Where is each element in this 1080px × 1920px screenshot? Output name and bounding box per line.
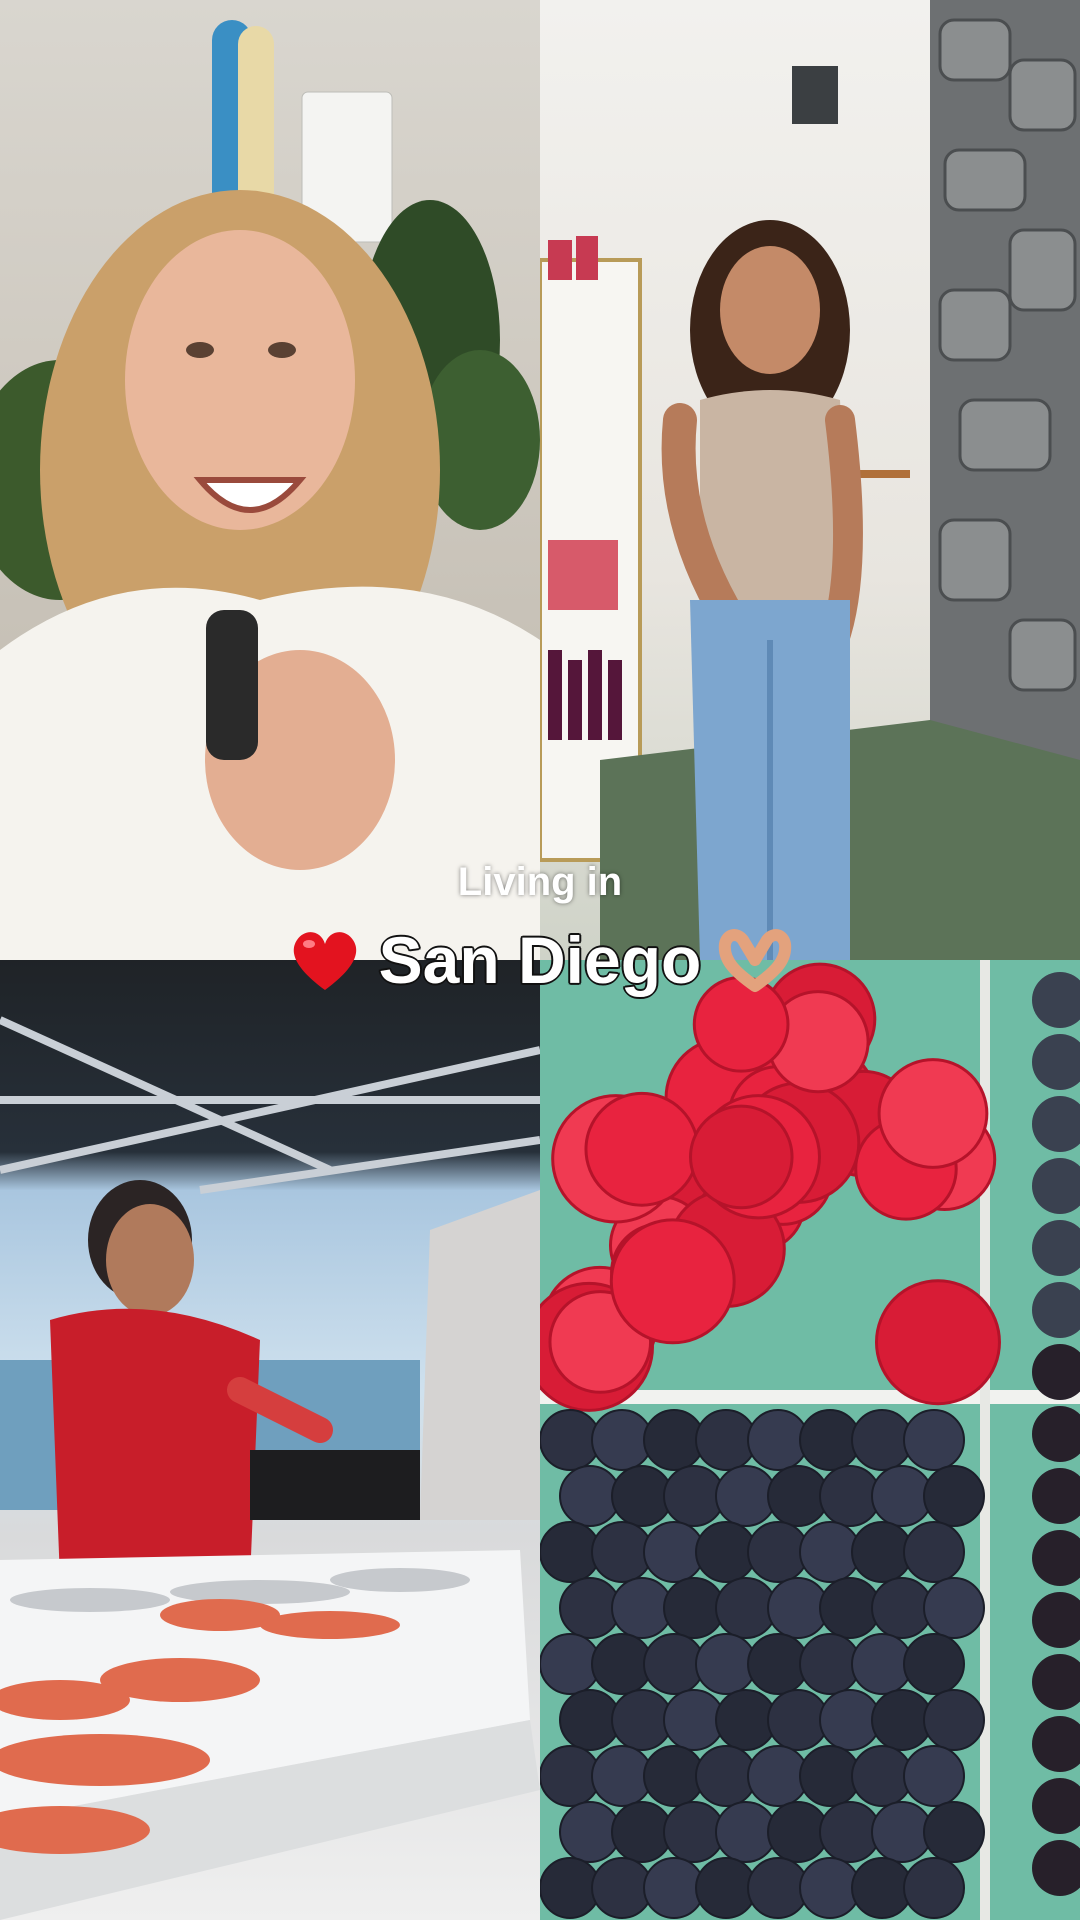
heart-hands-icon (719, 929, 792, 992)
caption-row: San Diego (0, 910, 1080, 1010)
caption-living-in: Living in (457, 860, 623, 904)
caption-san-diego: San Diego (377, 922, 703, 999)
photo-woman-in-salon (540, 0, 1080, 960)
photo-fish-market (0, 960, 540, 1920)
photo-woman-with-mic (0, 0, 540, 960)
heart-icon (293, 932, 356, 990)
photo-berries (540, 960, 1080, 1920)
